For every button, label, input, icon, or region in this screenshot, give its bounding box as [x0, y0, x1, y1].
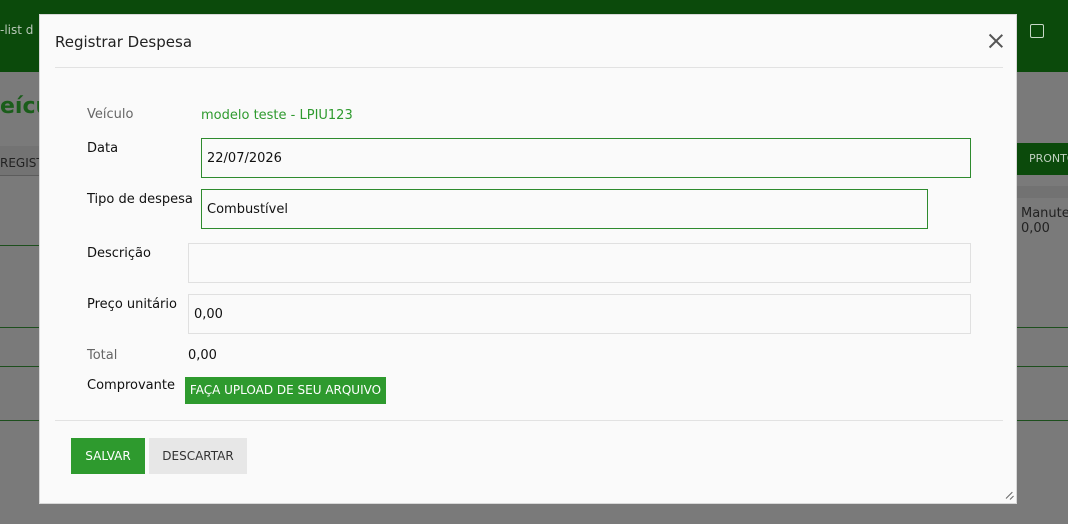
upload-file-button[interactable]: FAÇA UPLOAD DE SEU ARQUIVO	[185, 377, 386, 404]
app-header-text: -list d	[0, 23, 34, 37]
dialog-title: Registrar Despesa	[55, 33, 193, 51]
date-input[interactable]	[201, 138, 971, 178]
expense-type-label: Tipo de despesa	[87, 192, 193, 207]
unit-price-label: Preço unitário	[87, 297, 177, 312]
table-header-strip	[1017, 186, 1068, 198]
tab-ready: PRONTO	[1017, 143, 1068, 175]
total-label: Total	[87, 348, 118, 363]
vehicle-value: modelo teste - LPIU123	[201, 108, 353, 123]
discard-button[interactable]: DESCARTAR	[149, 438, 247, 474]
receipt-label: Comprovante	[87, 378, 175, 393]
row-divider	[0, 420, 40, 421]
tab-register: REGIST	[0, 146, 40, 176]
row-divider	[1017, 327, 1068, 328]
description-label: Descrição	[87, 246, 151, 261]
resize-handle[interactable]	[1006, 492, 1014, 500]
register-expense-dialog: Registrar Despesa Veículo modelo teste -…	[39, 14, 1017, 504]
note-icon	[1030, 24, 1044, 38]
unit-price-input[interactable]	[188, 294, 971, 334]
row-divider	[1017, 420, 1068, 421]
header-divider	[55, 67, 1003, 68]
row-divider	[0, 366, 40, 367]
maintenance-label: Manuten	[1021, 206, 1068, 221]
date-label: Data	[87, 141, 119, 156]
maintenance-value: 0,00	[1021, 221, 1050, 236]
description-input[interactable]	[188, 243, 971, 283]
expense-type-input[interactable]	[201, 189, 928, 229]
row-divider	[0, 327, 40, 328]
total-value: 0,00	[188, 348, 217, 363]
vehicle-label: Veículo	[87, 107, 134, 122]
row-divider	[0, 245, 40, 246]
save-button[interactable]: SALVAR	[71, 438, 145, 474]
footer-divider	[55, 420, 1003, 421]
maintenance-summary: Manuten 0,00	[1021, 206, 1068, 236]
row-divider	[1017, 366, 1068, 367]
close-icon[interactable]	[986, 31, 1006, 51]
